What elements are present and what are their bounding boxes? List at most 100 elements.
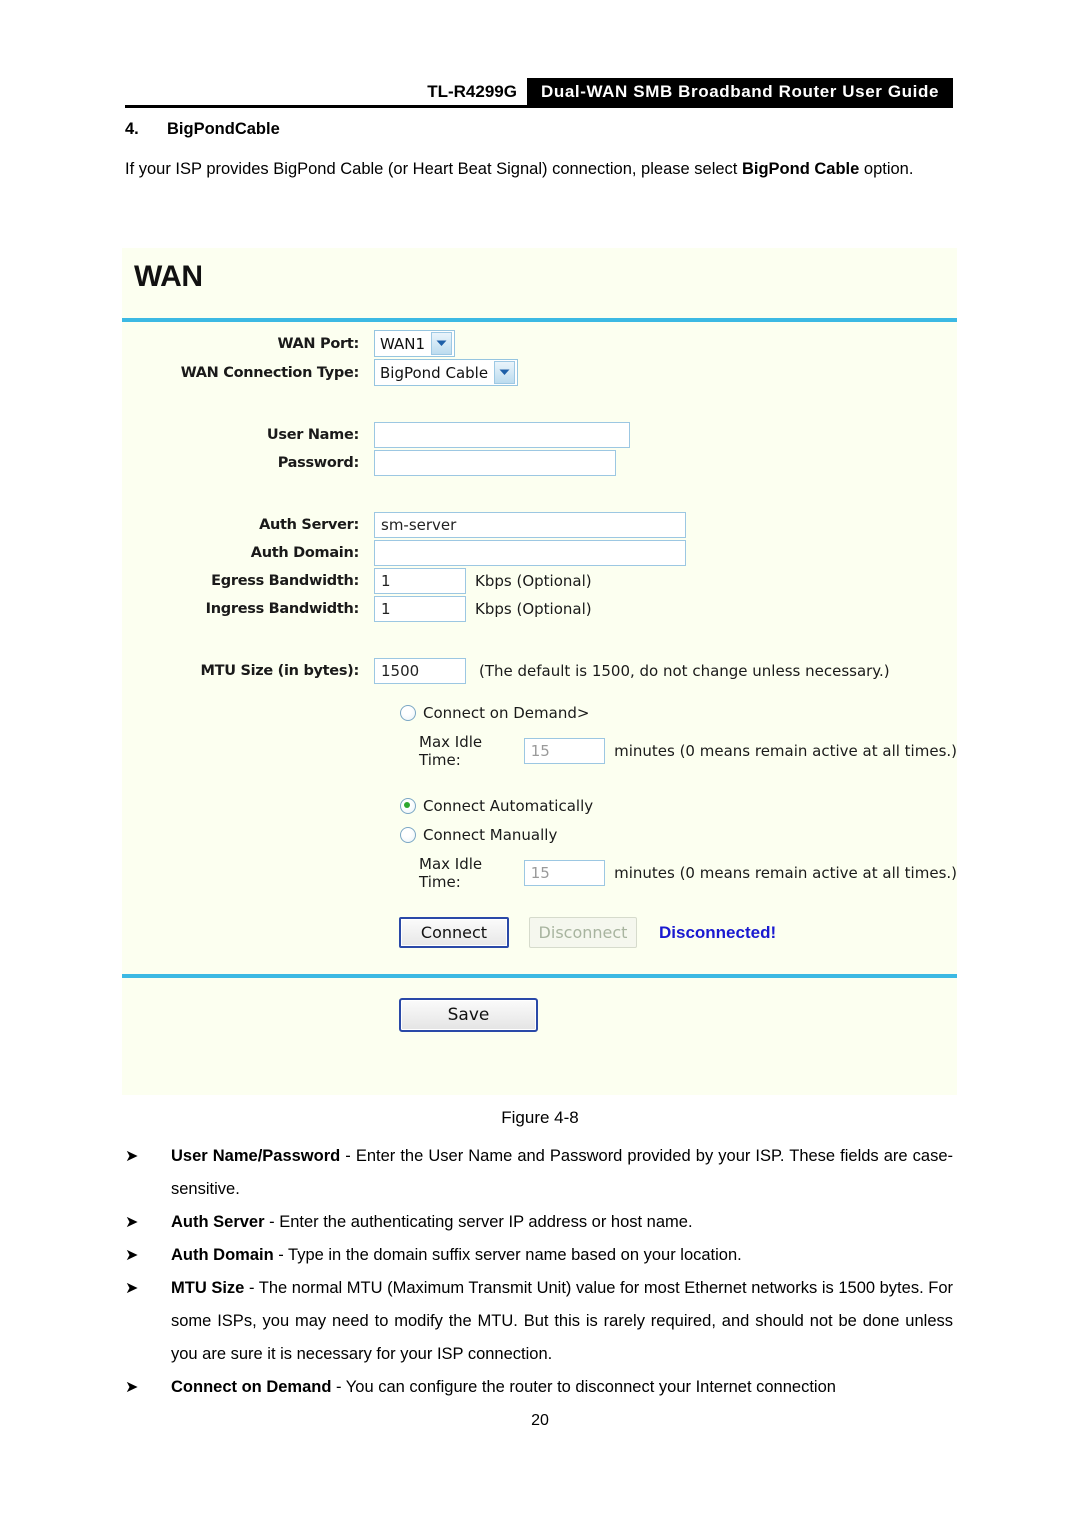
label-mtu-size: MTU Size (in bytes): (200, 663, 360, 679)
label-auth-server: Auth Server: (259, 517, 359, 533)
field-row-auth-domain: Auth Domain: (122, 540, 957, 566)
mtu-size-input[interactable]: 1500 (374, 658, 466, 684)
chevron-down-icon (494, 361, 516, 384)
list-item: ➤ User Name/Password - Enter the User Na… (125, 1140, 953, 1206)
label-auth-domain: Auth Domain: (250, 545, 360, 561)
list-item-term: MTU Size (171, 1279, 245, 1297)
label-ingress-bandwidth: Ingress Bandwidth: (205, 601, 360, 617)
list-item-text: User Name/Password - Enter the User Name… (171, 1140, 953, 1206)
list-item-text: Auth Domain - Type in the domain suffix … (171, 1239, 953, 1272)
field-row-wan-connection-type: WAN Connection Type: BigPond Cable (122, 359, 957, 386)
idle-minutes-hint-manual: minutes (0 means remain active at all ti… (614, 864, 957, 882)
list-item: ➤ Connect on Demand - You can configure … (125, 1371, 953, 1404)
ingress-bandwidth-input[interactable]: 1 (374, 596, 466, 622)
list-item-body: - Enter the authenticating server IP add… (264, 1213, 693, 1231)
intro-prefix: If your ISP provides BigPond Cable (or H… (125, 160, 742, 178)
section-number: 4. (125, 120, 139, 138)
list-item-text: MTU Size - The normal MTU (Maximum Trans… (171, 1272, 953, 1371)
wan-port-select[interactable]: WAN1 (374, 330, 456, 357)
field-row-auth-server: Auth Server: sm-server (122, 512, 957, 538)
arrow-bullet-icon: ➤ (125, 1214, 139, 1231)
auth-domain-input[interactable] (374, 540, 686, 566)
auth-server-input[interactable]: sm-server (374, 512, 686, 538)
radio-row-connect-automatically[interactable]: Connect Automatically (400, 797, 957, 815)
list-item-body: - Type in the domain suffix server name … (273, 1246, 742, 1264)
radio-label-connect-automatically: Connect Automatically (423, 797, 594, 815)
bullet-list: ➤ User Name/Password - Enter the User Na… (125, 1140, 953, 1404)
list-item-term: Auth Domain (171, 1246, 274, 1264)
idle-row-demand: Max Idle Time: 15 minutes (0 means remai… (419, 733, 957, 769)
header-title: Dual-WAN SMB Broadband Router User Guide (526, 78, 953, 105)
radio-connect-manually[interactable] (400, 827, 416, 843)
section-heading-text: BigPondCable (167, 120, 280, 138)
radio-row-connect-on-demand[interactable]: Connect on Demand> (400, 704, 957, 722)
field-row-password: Password: (122, 450, 957, 476)
label-wan-connection-type: WAN Connection Type: (180, 364, 360, 381)
label-egress-bandwidth: Egress Bandwidth: (211, 573, 359, 589)
wan-config-panel: WAN WAN Port: WAN1 WAN Connection Type: … (122, 248, 957, 1095)
ingress-bandwidth-unit: Kbps (Optional) (475, 600, 592, 618)
mtu-size-hint: (The default is 1500, do not change unle… (479, 662, 890, 680)
label-user-name: User Name: (266, 427, 359, 443)
radio-label-connect-manually: Connect Manually (423, 826, 558, 844)
list-item: ➤ Auth Server - Enter the authenticating… (125, 1206, 953, 1239)
figure-caption: Figure 4-8 (501, 1108, 579, 1127)
field-row-wan-port: WAN Port: WAN1 (122, 330, 957, 357)
user-name-input[interactable] (374, 422, 630, 448)
intro-paragraph: If your ISP provides BigPond Cable (or H… (125, 153, 953, 186)
egress-bandwidth-input[interactable]: 1 (374, 568, 466, 594)
password-input[interactable] (374, 450, 616, 476)
connect-button[interactable]: Connect (399, 917, 509, 948)
wan-connection-type-value: BigPond Cable (380, 363, 489, 382)
idle-row-manual: Max Idle Time: 15 minutes (0 means remai… (419, 855, 957, 891)
intro-bold: BigPond Cable (741, 160, 860, 178)
field-row-user-name: User Name: (122, 422, 957, 448)
save-button[interactable]: Save (399, 998, 538, 1032)
list-item: ➤ MTU Size - The normal MTU (Maximum Tra… (125, 1272, 953, 1371)
list-item-body: - You can configure the router to discon… (331, 1378, 836, 1396)
list-item-text: Connect on Demand - You can configure th… (171, 1371, 953, 1404)
radio-connect-automatically[interactable] (400, 798, 416, 814)
list-item-term: User Name/Password (171, 1147, 341, 1165)
egress-bandwidth-unit: Kbps (Optional) (475, 572, 592, 590)
document-body: 4. BigPondCable If your ISP provides Big… (125, 120, 953, 186)
arrow-bullet-icon: ➤ (125, 1247, 139, 1264)
radio-connect-on-demand[interactable] (400, 705, 416, 721)
radio-label-connect-on-demand: Connect on Demand> (423, 704, 590, 722)
wan-port-value: WAN1 (380, 334, 426, 353)
idle-minutes-hint-demand: minutes (0 means remain active at all ti… (614, 742, 957, 760)
label-password: Password: (277, 455, 360, 471)
wan-form: WAN Port: WAN1 WAN Connection Type: BigP… (122, 322, 957, 974)
field-row-mtu-size: MTU Size (in bytes): 1500 (The default i… (122, 658, 957, 684)
label-wan-port: WAN Port: (277, 335, 359, 352)
arrow-bullet-icon: ➤ (125, 1280, 139, 1297)
max-idle-time-manual-input[interactable]: 15 (523, 860, 606, 886)
page-number: 20 (531, 1412, 549, 1429)
list-item-body: - The normal MTU (Maximum Transmit Unit)… (171, 1279, 953, 1363)
section-heading: 4. BigPondCable (125, 120, 953, 139)
panel-title: WAN (134, 260, 203, 293)
header-rule (125, 105, 953, 108)
chevron-down-icon (431, 332, 453, 355)
header-model: TL-R4299G (427, 81, 517, 101)
list-item-term: Auth Server (171, 1213, 265, 1231)
connection-status-badge: Disconnected! (659, 922, 777, 942)
label-max-idle-time-demand: Max Idle Time: (419, 733, 483, 769)
radio-row-connect-manually[interactable]: Connect Manually (400, 826, 957, 844)
max-idle-time-demand-input[interactable]: 15 (523, 738, 606, 764)
label-max-idle-time-manual: Max Idle Time: (419, 855, 483, 891)
wan-connection-type-select[interactable]: BigPond Cable (374, 359, 519, 386)
field-row-egress-bandwidth: Egress Bandwidth: 1 Kbps (Optional) (122, 568, 957, 594)
list-item-term: Connect on Demand (171, 1378, 332, 1396)
field-row-ingress-bandwidth: Ingress Bandwidth: 1 Kbps (Optional) (122, 596, 957, 622)
intro-suffix: option. (859, 160, 914, 178)
arrow-bullet-icon: ➤ (125, 1148, 139, 1165)
list-item: ➤ Auth Domain - Type in the domain suffi… (125, 1239, 953, 1272)
running-header: TL-R4299G Dual-WAN SMB Broadband Router … (125, 78, 953, 108)
